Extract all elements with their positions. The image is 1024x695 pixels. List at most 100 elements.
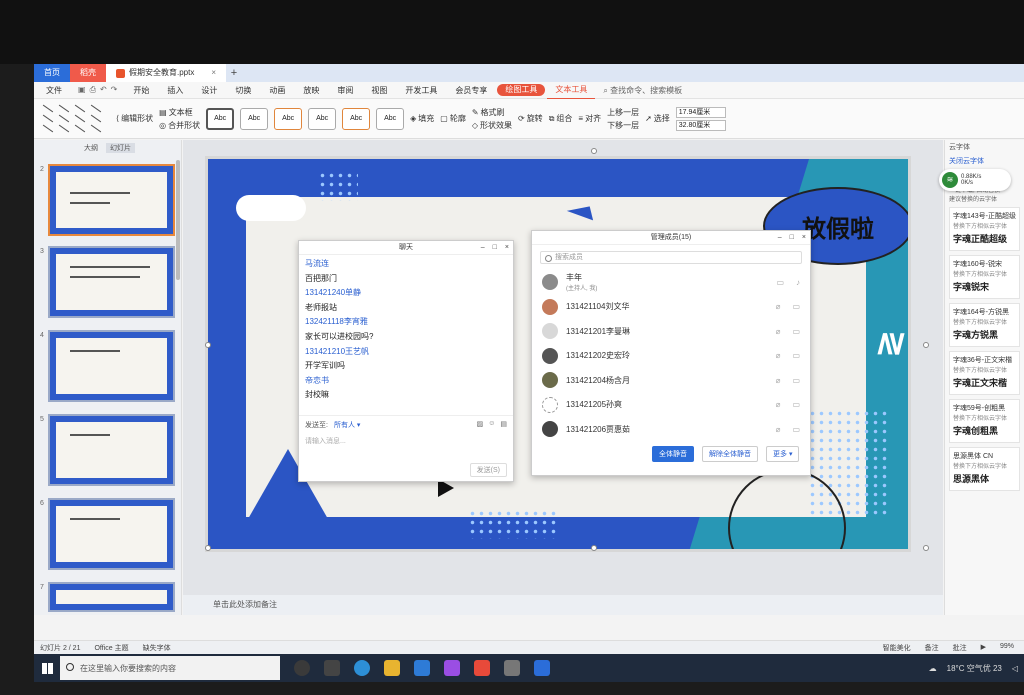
format-painter-button[interactable]: ✎ 格式刷 <box>472 107 512 118</box>
menu-start[interactable]: 开始 <box>125 82 157 99</box>
style-preset-4[interactable]: Abc <box>308 107 337 130</box>
fill-button[interactable]: ◈ 填充 <box>410 113 434 124</box>
chat-message-list[interactable]: 马流连 百把那门 131421240单静 老师报站 132421118李宵雅 家… <box>299 255 513 405</box>
camera-icon[interactable]: ▭ <box>792 425 800 434</box>
menu-file[interactable]: 文件 <box>38 82 70 99</box>
slide-thumbnail-6[interactable]: 6 <box>40 498 175 570</box>
undo-icon[interactable]: ↶ <box>100 85 107 95</box>
slide-thumbnail-2[interactable]: 2 <box>40 164 175 236</box>
edge-icon[interactable] <box>354 660 370 676</box>
font-card[interactable]: 字魂160号-锐宋 替换下方相似云字体 字魂锐宋 <box>949 255 1020 299</box>
app-icon[interactable] <box>444 660 460 676</box>
menu-member[interactable]: 会员专享 <box>447 82 495 99</box>
taskbar-search[interactable]: 在这里输入你要搜索的内容 <box>60 656 280 680</box>
menu-view[interactable]: 视图 <box>363 82 395 99</box>
height-field[interactable]: 17.94厘米 <box>675 106 726 118</box>
combine-button[interactable]: ⧉ 组合 <box>549 113 573 124</box>
font-card[interactable]: 字魂36号-正文宋楷 替换下方相似云字体 字魂正文宋楷 <box>949 351 1020 395</box>
font-card[interactable]: 思源黑体 CN 替换下方相似云字体 思源黑体 <box>949 447 1020 491</box>
command-search[interactable]: ⌕ 查找命令、搜索模板 <box>603 85 682 96</box>
chat-window[interactable]: 聊天 – □ × 马流连 百把那门 131421240单静 老师报站 1324211… <box>298 240 514 482</box>
member-management-window[interactable]: 管理成员(15) – □ × 搜索成员 丰年 (主持人, 我) ▭ ♪ 13142110… <box>531 230 811 476</box>
missing-font-status[interactable]: 缺失字体 <box>143 643 171 653</box>
bring-forward-button[interactable]: 上移一层 <box>607 107 639 118</box>
mute-all-button[interactable]: 全体静音 <box>652 446 694 462</box>
member-row[interactable]: 131421202史宏玲 ⌀ ▭ <box>532 344 810 369</box>
print-icon[interactable]: ⎙ <box>90 85 96 95</box>
save-icon[interactable]: ▣ <box>78 85 86 95</box>
resize-handle[interactable] <box>205 545 211 551</box>
camera-icon[interactable]: ▭ <box>792 302 800 311</box>
close-icon[interactable]: × <box>505 241 509 255</box>
mic-muted-icon[interactable]: ⌀ <box>776 376 781 385</box>
rotate-button[interactable]: ⟳ 旋转 <box>518 113 543 124</box>
menu-devtools[interactable]: 开发工具 <box>397 82 445 99</box>
member-search-input[interactable]: 搜索成员 <box>540 251 802 264</box>
slide-thumbnail-7[interactable]: 7 <box>40 582 175 612</box>
camera-icon[interactable]: ▭ <box>792 400 800 409</box>
mic-icon[interactable]: ♪ <box>796 278 800 287</box>
wps-icon[interactable] <box>474 660 490 676</box>
shape-lines-gallery[interactable] <box>40 104 110 134</box>
font-panel-tab[interactable]: 云字体 <box>945 140 1024 154</box>
shape-effect-button[interactable]: ◇ 形状效果 <box>472 120 512 131</box>
mic-muted-icon[interactable]: ⌀ <box>776 327 781 336</box>
mic-muted-icon[interactable]: ⌀ <box>776 302 781 311</box>
slide-thumbnail-3[interactable]: 3 <box>40 246 175 318</box>
camera-icon[interactable]: ▭ <box>792 327 800 336</box>
mic-muted-icon[interactable]: ⌀ <box>776 351 781 360</box>
member-row[interactable]: 131421206贾惠茹 ⌀ ▭ <box>532 417 810 442</box>
member-row[interactable]: 丰年 (主持人, 我) ▭ ♪ <box>532 270 810 295</box>
mic-muted-icon[interactable]: ⌀ <box>776 425 781 434</box>
send-backward-button[interactable]: 下移一层 <box>607 120 639 131</box>
send-to-select[interactable]: 所有人 ▾ <box>334 420 360 430</box>
font-card[interactable]: 字魂164号-方锐黑 替换下方相似云字体 字魂方锐黑 <box>949 303 1020 347</box>
slide-thumbnail-5[interactable]: 5 <box>40 414 175 486</box>
resize-handle[interactable] <box>923 342 929 348</box>
menu-insert[interactable]: 插入 <box>159 82 191 99</box>
unmute-all-button[interactable]: 解除全体静音 <box>702 446 758 462</box>
user-icon[interactable]: ☺ <box>488 420 495 428</box>
font-card[interactable]: 字魂143号-正酷超级 替换下方相似云字体 字魂正酷超级 <box>949 207 1020 251</box>
style-preset-1[interactable]: Abc <box>206 107 235 130</box>
member-row[interactable]: 131421201李曼琳 ⌀ ▭ <box>532 319 810 344</box>
textbox-button[interactable]: ▤ 文本框 <box>159 107 200 118</box>
rotate-handle[interactable] <box>591 148 597 154</box>
member-row[interactable]: 131421205孙爽 ⌀ ▭ <box>532 393 810 418</box>
menu-text-tools[interactable]: 文本工具 <box>547 81 596 100</box>
maximize-icon[interactable]: □ <box>790 231 794 245</box>
thumbnail-scrollbar[interactable] <box>176 160 180 280</box>
camera-icon[interactable]: ▭ <box>776 278 784 287</box>
task-view-icon[interactable] <box>324 660 340 676</box>
file-explorer-icon[interactable] <box>384 660 400 676</box>
align-button[interactable]: ≡ 对齐 <box>578 113 601 124</box>
maximize-icon[interactable]: □ <box>493 241 497 255</box>
member-row[interactable]: 131421204杨含月 ⌀ ▭ <box>532 368 810 393</box>
more-button[interactable]: 更多 ▾ <box>766 446 800 462</box>
camera-icon[interactable]: ▭ <box>792 376 800 385</box>
smart-beautify-button[interactable]: 智能美化 <box>883 643 911 653</box>
minimize-icon[interactable]: – <box>778 231 782 245</box>
notes-pane[interactable]: 单击此处添加备注 <box>183 595 943 615</box>
redo-icon[interactable]: ↷ <box>111 85 118 95</box>
comment-toggle[interactable]: 批注 <box>953 643 967 653</box>
zoom-level[interactable]: 99% <box>1000 643 1014 653</box>
tab-slides[interactable]: 幻灯片 <box>106 143 135 153</box>
tab-docs[interactable]: 稻壳 <box>70 64 106 82</box>
close-icon[interactable]: × <box>802 231 806 245</box>
slide-thumbnail-4[interactable]: 4 <box>40 330 175 402</box>
mic-muted-icon[interactable]: ⌀ <box>776 400 781 409</box>
camera-icon[interactable]: ▭ <box>792 351 800 360</box>
settings-icon[interactable] <box>504 660 520 676</box>
tab-home[interactable]: 首页 <box>34 64 70 82</box>
width-field[interactable]: 32.80厘米 <box>675 119 726 131</box>
volume-icon[interactable]: ◁ <box>1012 664 1018 673</box>
font-card[interactable]: 字魂59号-创粗黑 替换下方相似云字体 字魂创粗黑 <box>949 399 1020 443</box>
merge-shape-button[interactable]: ◎ 合并形状 <box>159 120 200 131</box>
send-button[interactable]: 发送(S) <box>469 463 507 477</box>
outline-button[interactable]: ▢ 轮廓 <box>440 113 466 124</box>
file-icon[interactable]: ▤ <box>500 420 507 428</box>
network-speed-widget[interactable]: ≋ 0.88K/s 0K/s <box>939 169 1011 191</box>
meeting-app-icon[interactable] <box>534 660 550 676</box>
weather-status[interactable]: 18°C 空气优 23 <box>947 663 1002 674</box>
